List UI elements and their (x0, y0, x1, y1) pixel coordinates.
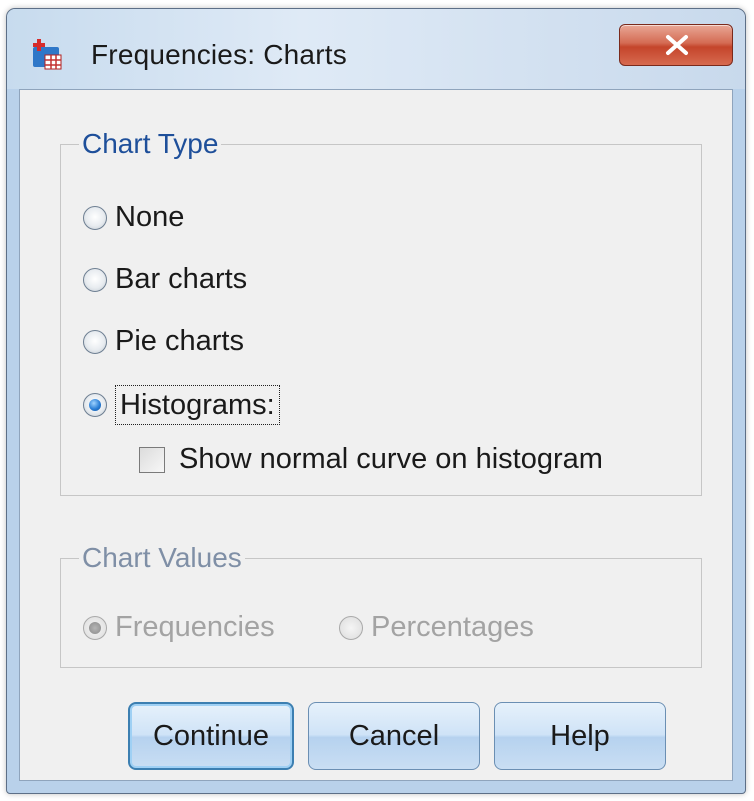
radio-pie-charts[interactable]: Pie charts (83, 325, 244, 358)
radio-frequencies: Frequencies (83, 611, 275, 644)
radio-frequencies-indicator (83, 615, 107, 640)
show-normal-curve-label: Show normal curve on histogram (179, 443, 603, 475)
radio-pie-charts-indicator[interactable] (83, 329, 107, 354)
radio-bar-charts-indicator[interactable] (83, 267, 107, 292)
radio-none[interactable]: None (83, 201, 184, 234)
close-x-icon (666, 35, 688, 55)
cancel-button[interactable]: Cancel (308, 702, 480, 770)
show-normal-curve-checkbox-row[interactable]: Show normal curve on histogram (139, 443, 603, 476)
window-title: Frequencies: Charts (91, 39, 347, 70)
title-bar[interactable]: Frequencies: Charts (7, 9, 745, 89)
radio-histograms[interactable]: Histograms: (83, 385, 280, 425)
radio-pie-charts-label: Pie charts (115, 325, 244, 357)
help-button[interactable]: Help (494, 702, 666, 770)
radio-percentages-indicator (339, 615, 363, 640)
dialog-body: Chart Type None Bar charts Pie charts Hi… (19, 89, 733, 781)
radio-bar-charts-label: Bar charts (115, 263, 248, 295)
radio-none-indicator[interactable] (83, 205, 107, 230)
radio-percentages-label: Percentages (371, 611, 534, 643)
continue-button[interactable]: Continue (128, 702, 294, 770)
show-normal-curve-checkbox[interactable] (139, 446, 165, 473)
chart-type-legend: Chart Type (79, 127, 222, 161)
radio-bar-charts[interactable]: Bar charts (83, 263, 247, 296)
chart-type-group: Chart Type None Bar charts Pie charts Hi… (60, 127, 702, 496)
radio-frequencies-label: Frequencies (115, 611, 275, 643)
close-button[interactable] (619, 24, 733, 66)
radio-histograms-indicator[interactable] (83, 393, 107, 417)
dialog-window: Frequencies: Charts Chart Type None Bar … (6, 8, 746, 794)
radio-percentages: Percentages (339, 611, 534, 644)
chart-values-legend: Chart Values (79, 541, 245, 575)
radio-histograms-label: Histograms: (115, 385, 280, 425)
radio-none-label: None (115, 201, 185, 233)
spss-table-icon (31, 37, 65, 71)
chart-values-group: Chart Values Frequencies Percentages (60, 541, 702, 668)
